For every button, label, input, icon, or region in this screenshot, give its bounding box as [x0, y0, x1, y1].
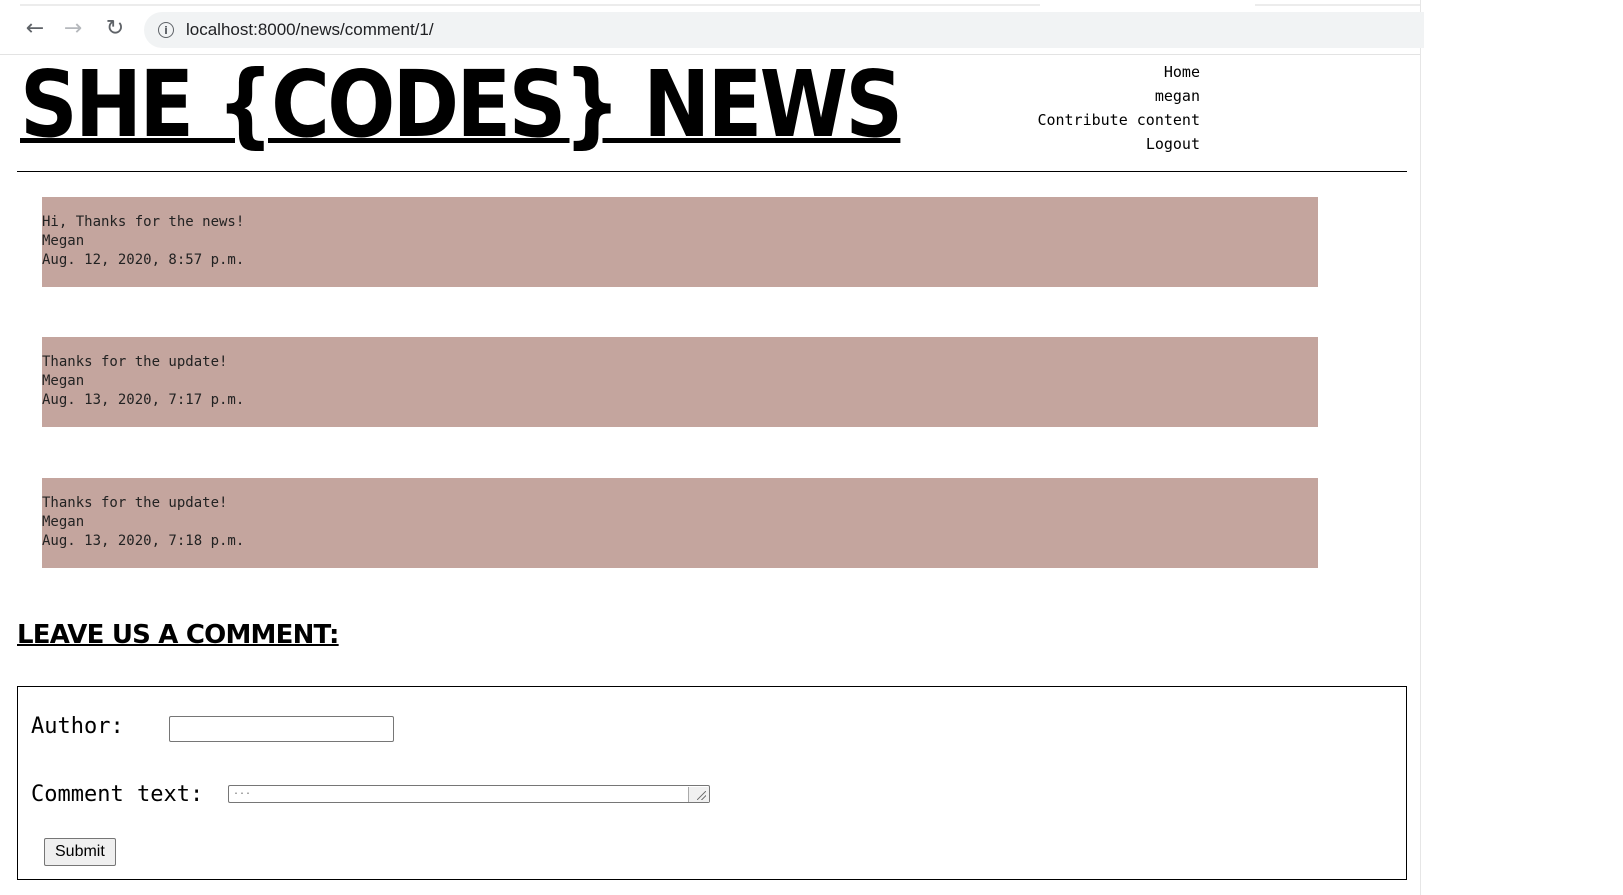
leave-comment-heading: LEAVE US A COMMENT:: [17, 620, 339, 650]
comment-date: Aug. 13, 2020, 7:17 p.m.: [42, 392, 245, 408]
submit-button[interactable]: Submit: [44, 838, 116, 866]
nav-logout-link[interactable]: Logout: [1146, 135, 1200, 153]
comment-date: Aug. 13, 2020, 7:18 p.m.: [42, 533, 245, 549]
nav-contribute-link[interactable]: Contribute content: [1037, 111, 1200, 129]
main-nav: Home megan Contribute content Logout: [1037, 60, 1200, 156]
reload-icon[interactable]: ↻: [100, 14, 130, 44]
comment-text: Thanks for the update!: [42, 354, 228, 370]
resize-handle-icon[interactable]: [688, 787, 709, 802]
browser-window: ← → ↻ i localhost:8000/news/comment/1/ S…: [0, 0, 1424, 895]
site-title-text[interactable]: SHE {CODES} NEWS: [20, 51, 903, 158]
header-divider: [17, 171, 1407, 172]
site-info-icon[interactable]: i: [158, 22, 174, 38]
comment-card: Hi, Thanks for the news! Megan Aug. 12, …: [42, 197, 1318, 287]
url-text[interactable]: localhost:8000/news/comment/1/: [186, 20, 434, 40]
comment-text: Hi, Thanks for the news!: [42, 214, 245, 230]
forward-arrow-icon[interactable]: →: [58, 14, 88, 44]
tab-gap: [1040, 3, 1255, 7]
nav-home-link[interactable]: Home: [1164, 63, 1200, 81]
author-input[interactable]: [169, 716, 394, 742]
comment-author: Megan: [42, 514, 85, 530]
comment-text: Thanks for the update!: [42, 495, 228, 511]
comment-text-label: Comment text:: [31, 782, 204, 807]
browser-toolbar: ← → ↻ i localhost:8000/news/comment/1/: [0, 0, 1424, 55]
nav-user-link[interactable]: megan: [1155, 87, 1200, 105]
comment-author: Megan: [42, 233, 85, 249]
comment-form: Author: Comment text: Submit: [17, 686, 1407, 880]
author-label: Author:: [31, 714, 124, 739]
comment-author: Megan: [42, 373, 85, 389]
comment-date: Aug. 12, 2020, 8:57 p.m.: [42, 252, 245, 268]
address-bar[interactable]: i localhost:8000/news/comment/1/: [144, 12, 1424, 48]
comment-text-input[interactable]: [228, 785, 710, 803]
comment-card: Thanks for the update! Megan Aug. 13, 20…: [42, 478, 1318, 568]
comment-card: Thanks for the update! Megan Aug. 13, 20…: [42, 337, 1318, 427]
back-arrow-icon[interactable]: ←: [20, 14, 50, 44]
site-title[interactable]: SHE {CODES} NEWS: [20, 51, 903, 158]
